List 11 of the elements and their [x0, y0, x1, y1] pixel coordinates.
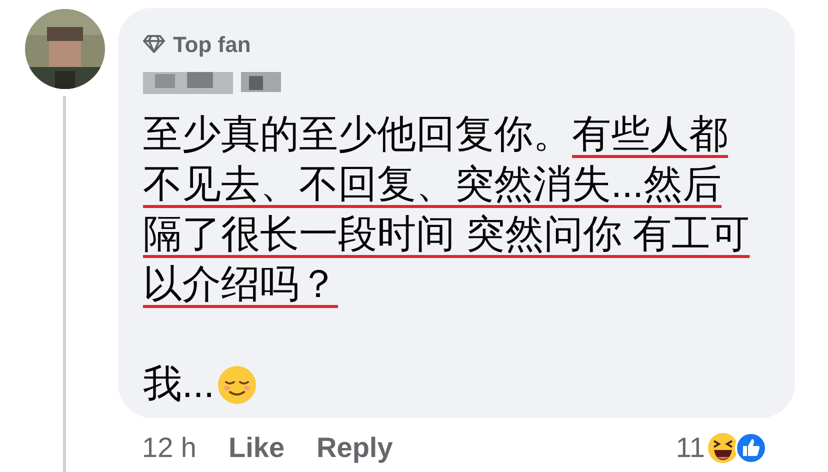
- top-fan-label: Top fan: [173, 30, 251, 59]
- laughing-face-icon: [707, 432, 739, 464]
- like-button[interactable]: Like: [228, 427, 285, 469]
- reply-button[interactable]: Reply: [316, 427, 393, 469]
- relieved-face-icon: [216, 365, 257, 405]
- comment-text: 我...: [143, 362, 215, 408]
- reaction-count: 11: [676, 431, 705, 465]
- timestamp: 12 h: [142, 431, 196, 465]
- comment-text: 至少真的至少他回复你。有些人都 不见去、不回复、突然消失...然后 隔了很长一段时间 突然问你 有工可 以介绍吗？: [143, 112, 751, 308]
- diamond-icon: [143, 35, 165, 53]
- thumbs-up-icon: [735, 432, 767, 464]
